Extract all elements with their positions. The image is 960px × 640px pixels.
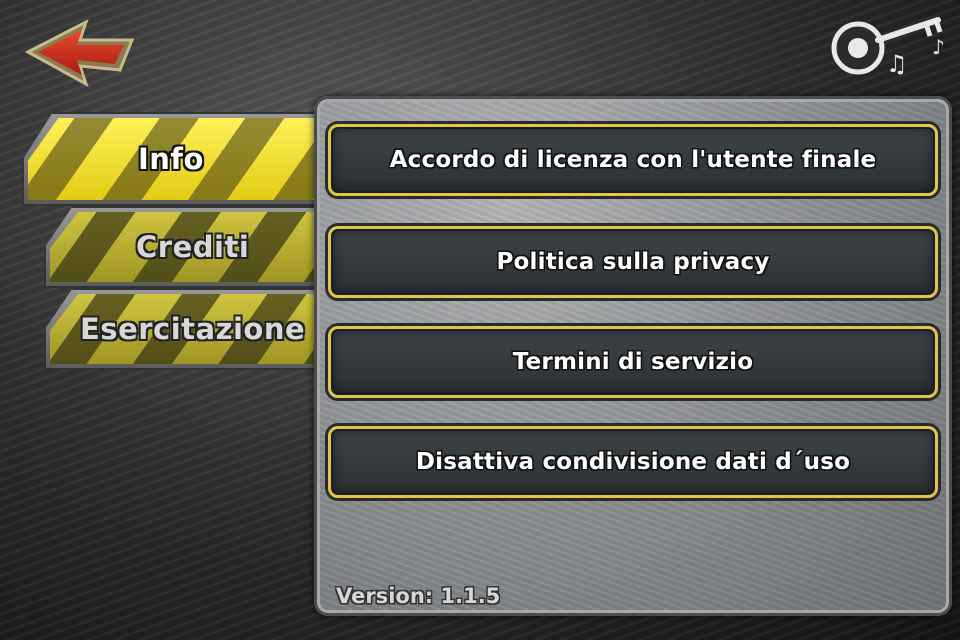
tab-crediti[interactable]: Crediti: [44, 206, 332, 288]
tab-label: Info: [138, 142, 204, 176]
privacy-policy-button-label: Politica sulla privacy: [496, 249, 770, 275]
tab-info[interactable]: Info: [22, 112, 332, 206]
back-arrow-icon: [24, 18, 135, 88]
tab-esercitazione[interactable]: Esercitazione: [44, 288, 332, 370]
svg-text:♪: ♪: [932, 35, 945, 59]
disable-data-sharing-button[interactable]: Disattiva condivisione dati d´uso: [328, 426, 938, 498]
terms-of-service-button-label: Termini di servizio: [512, 349, 754, 375]
svg-text:♫: ♫: [886, 50, 908, 78]
back-button[interactable]: [24, 18, 136, 88]
tab-label: Crediti: [136, 230, 250, 264]
tab-label: Esercitazione: [80, 312, 306, 346]
eula-button-label: Accordo di licenza con l'utente finale: [389, 147, 877, 173]
info-panel: Accordo di licenza con l'utente finale P…: [314, 96, 952, 616]
eula-button[interactable]: Accordo di licenza con l'utente finale: [328, 124, 938, 196]
audio-key-icon: ♫ ♪: [831, 17, 945, 78]
disable-data-sharing-button-label: Disattiva condivisione dati d´uso: [415, 449, 851, 475]
audio-toggle-button[interactable]: ♫ ♪: [830, 10, 950, 80]
terms-of-service-button[interactable]: Termini di servizio: [328, 326, 938, 398]
privacy-policy-button[interactable]: Politica sulla privacy: [328, 226, 938, 298]
version-text: Version: 1.1.5: [336, 584, 501, 608]
